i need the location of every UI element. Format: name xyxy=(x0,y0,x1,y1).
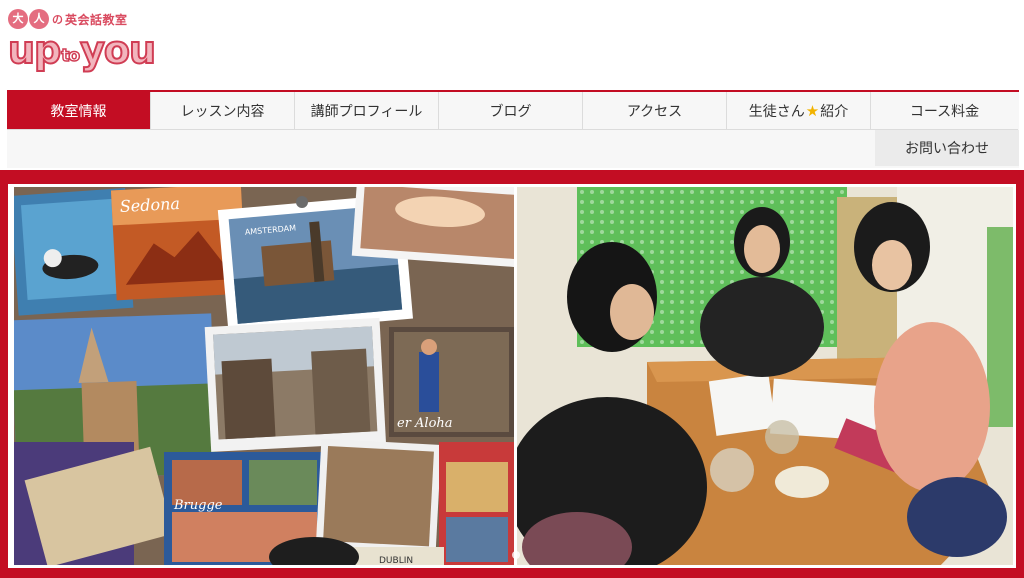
logo-subtitle: 英会話教室 xyxy=(65,12,128,27)
logo-word-up: up xyxy=(7,27,62,73)
logo-tagline: 大 人 の 英会話教室 xyxy=(8,8,128,30)
postcards-collage-svg: Sedona AMSTERDAM er Aloha Brugge DUBLIN xyxy=(14,187,514,566)
hero-slider[interactable]: Sedona AMSTERDAM er Aloha Brugge DUBLIN xyxy=(8,184,1016,568)
postcard-brugge-text: Brugge xyxy=(173,498,223,513)
postcard-sedona-text: Sedona xyxy=(119,194,180,216)
nav-item-contact[interactable]: お問い合わせ xyxy=(875,130,1019,166)
nav-item-lessons[interactable]: レッスン内容 xyxy=(151,92,295,130)
nav-item-students-label: 生徒さん xyxy=(748,103,805,120)
slider-dot[interactable] xyxy=(512,551,520,559)
postcards-collage-image: Sedona AMSTERDAM er Aloha Brugge DUBLIN xyxy=(14,187,514,566)
lesson-scene-svg xyxy=(517,187,1013,565)
site-header: 大 人 の 英会話教室 uptoyou xyxy=(0,0,1024,90)
logo-wordmark: uptoyou xyxy=(7,27,157,78)
logo-word-you: you xyxy=(79,27,157,73)
nav-item-students[interactable]: 生徒さん ★ 紹介 xyxy=(727,92,871,130)
logo-particle: の xyxy=(52,13,63,26)
logo-word-to: to xyxy=(61,45,81,67)
lesson-scene-image xyxy=(517,187,1013,565)
postcard-aloha-text: er Aloha xyxy=(397,416,453,431)
postcard-dublin-text: DUBLIN xyxy=(379,556,413,566)
site-logo[interactable]: 大 人 の 英会話教室 uptoyou xyxy=(7,8,157,74)
logo-circle-char: 大 xyxy=(8,9,28,29)
nav-row: 教室情報 レッスン内容 講師プロフィール ブログ アクセス 生徒さん ★ 紹介 コー… xyxy=(7,92,1018,130)
hero-banner: Sedona AMSTERDAM er Aloha Brugge DUBLIN xyxy=(0,170,1024,578)
star-icon: ★ xyxy=(805,101,820,120)
nav-item-access[interactable]: アクセス xyxy=(583,92,727,130)
nav-item-students-label-suffix: 紹介 xyxy=(820,103,849,120)
global-nav: 教室情報 レッスン内容 講師プロフィール ブログ アクセス 生徒さん ★ 紹介 コー… xyxy=(7,90,1019,168)
nav-item-blog[interactable]: ブログ xyxy=(439,92,583,130)
nav-item-school-info[interactable]: 教室情報 xyxy=(7,92,151,130)
logo-circle-char: 人 xyxy=(29,9,49,29)
nav-item-course-fees[interactable]: コース料金 xyxy=(871,92,1018,130)
nav-item-teacher-profile[interactable]: 講師プロフィール xyxy=(295,92,439,130)
